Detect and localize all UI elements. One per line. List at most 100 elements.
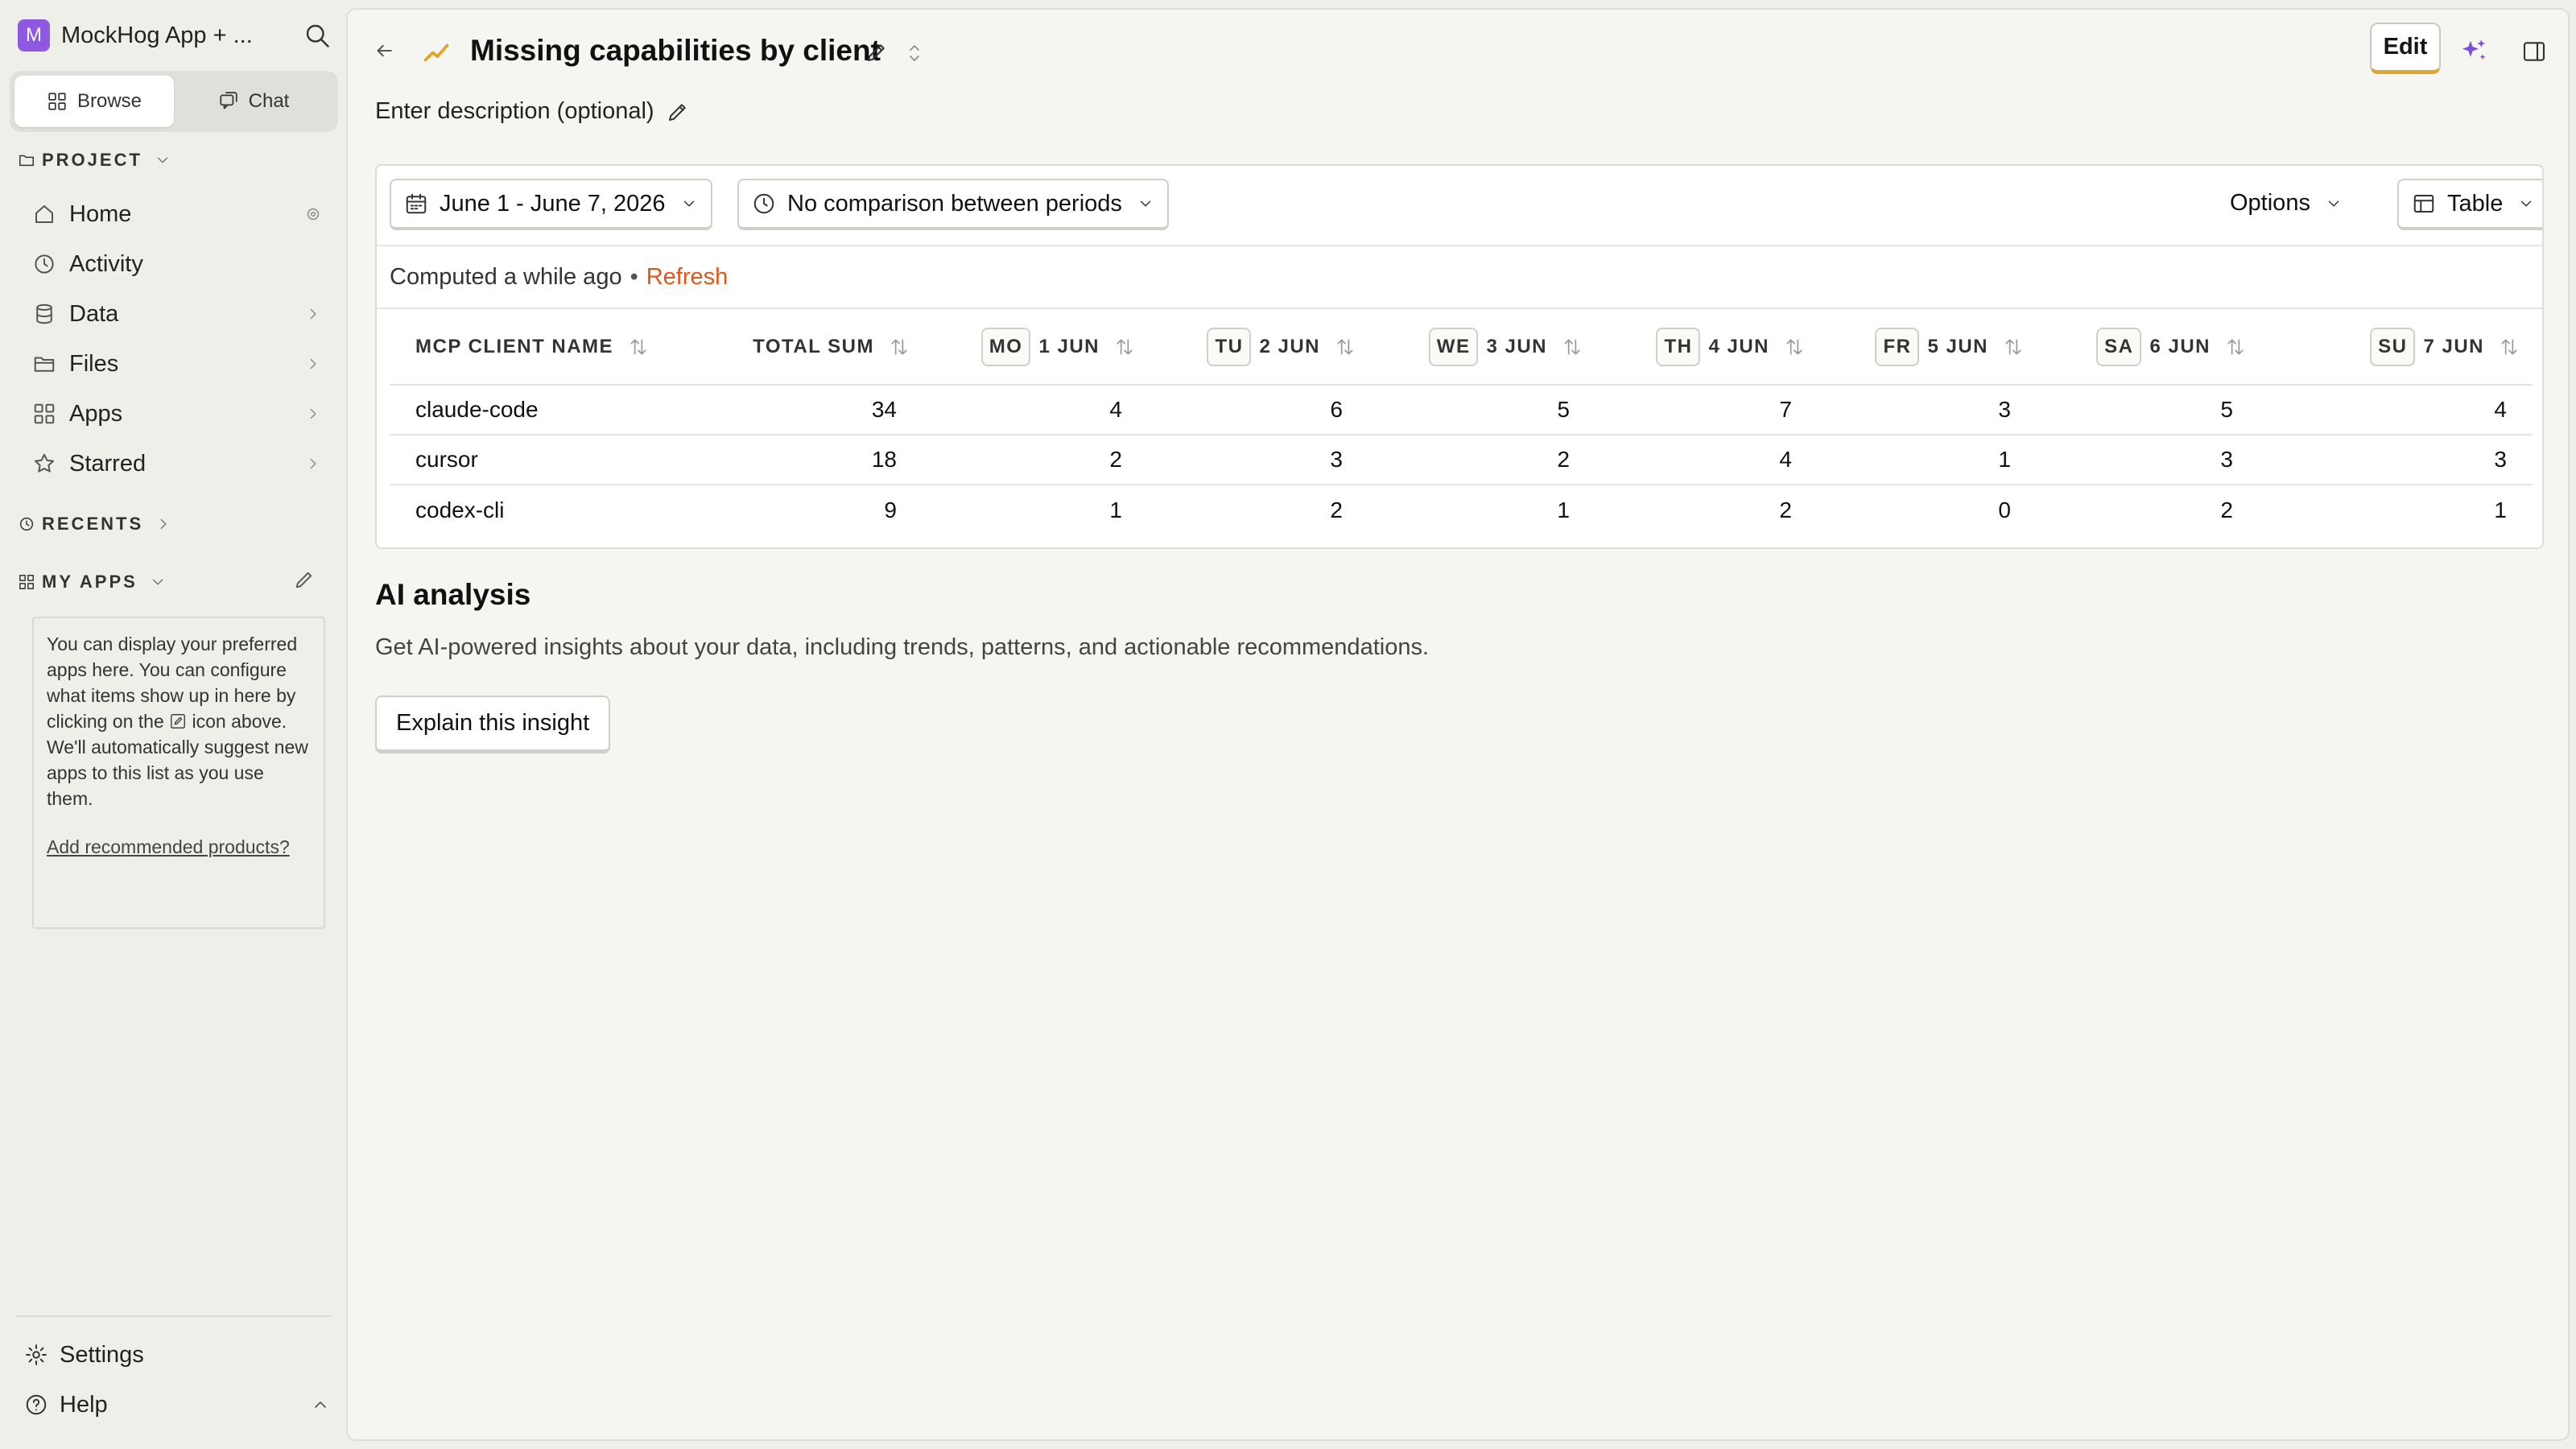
folder-icon bbox=[32, 352, 56, 376]
sort-icon[interactable] bbox=[2499, 336, 2520, 357]
table-row[interactable]: codex-cli 9 1 2 1 2 0 2 1 bbox=[390, 485, 2533, 535]
sort-icon[interactable] bbox=[1114, 336, 1135, 357]
refresh-link[interactable]: Refresh bbox=[646, 264, 729, 291]
settings-button[interactable]: Settings bbox=[24, 1335, 330, 1375]
day-of-week-badge: MO bbox=[980, 327, 1031, 366]
tab-browse-label: Browse bbox=[76, 90, 142, 112]
pencil-icon[interactable] bbox=[865, 40, 889, 64]
view-type-button[interactable]: Table bbox=[2397, 179, 2542, 230]
myapps-section-header[interactable]: MY APPS bbox=[18, 572, 167, 592]
pencil-icon[interactable] bbox=[666, 100, 690, 124]
edit-square-icon bbox=[169, 712, 187, 730]
sort-icon[interactable] bbox=[2003, 336, 2024, 357]
chat-icon bbox=[218, 91, 239, 112]
sidebar-item-label: Starred bbox=[69, 450, 147, 477]
sort-icon[interactable] bbox=[1784, 336, 1805, 357]
options-label: Options bbox=[2230, 190, 2310, 216]
apps-icon bbox=[32, 402, 56, 426]
results-table: MCP CLIENT NAME TOTAL SUM MO 1 JUN TU 2 JU… bbox=[390, 309, 2533, 535]
tab-browse[interactable]: Browse bbox=[14, 76, 174, 127]
settings-label: Settings bbox=[60, 1341, 144, 1368]
day-of-week-badge: TH bbox=[1656, 327, 1701, 366]
settings-gear-icon[interactable] bbox=[304, 205, 322, 223]
myapps-header-label: MY APPS bbox=[42, 572, 138, 592]
insight-card: June 1 - June 7, 2026 No comparison betw… bbox=[375, 164, 2544, 549]
column-header-label: TOTAL SUM bbox=[753, 335, 874, 357]
sidebar-item-activity[interactable]: Activity bbox=[32, 242, 322, 286]
sidebar-divider bbox=[16, 1315, 332, 1317]
home-icon bbox=[32, 202, 56, 226]
day-value-cell: 1 bbox=[1818, 435, 2037, 485]
ai-sparkle-icon[interactable] bbox=[2458, 35, 2491, 68]
column-header-client[interactable]: MCP CLIENT NAME bbox=[390, 309, 689, 386]
sort-icon[interactable] bbox=[1562, 336, 1583, 357]
day-value-cell: 3 bbox=[1148, 435, 1368, 485]
clock-icon bbox=[752, 192, 776, 216]
day-date-label: 5 JUN bbox=[1927, 335, 1988, 357]
column-header-day[interactable]: TU 2 JUN bbox=[1148, 309, 1368, 386]
day-value-cell: 4 bbox=[2259, 385, 2533, 436]
recents-section-header[interactable]: RECENTS bbox=[18, 514, 172, 535]
column-header-total[interactable]: TOTAL SUM bbox=[689, 309, 923, 386]
sort-icon[interactable] bbox=[1335, 336, 1356, 357]
comparison-button[interactable]: No comparison between periods bbox=[737, 179, 1169, 230]
date-range-label: June 1 - June 7, 2026 bbox=[440, 190, 666, 217]
sort-icon[interactable] bbox=[2225, 336, 2246, 357]
ai-analysis-heading: AI analysis bbox=[375, 578, 531, 611]
description-field[interactable]: Enter description (optional) bbox=[375, 98, 690, 125]
column-header-day[interactable]: SU 7 JUN bbox=[2259, 309, 2533, 386]
column-header-day[interactable]: FR 5 JUN bbox=[1818, 309, 2037, 386]
chevron-up-icon[interactable] bbox=[311, 1395, 330, 1414]
tab-chat-label: Chat bbox=[248, 90, 290, 112]
day-value-cell: 4 bbox=[923, 385, 1148, 436]
sort-icon[interactable] bbox=[628, 336, 649, 357]
sidebar-item-label: Files bbox=[69, 350, 119, 377]
workspace-switcher[interactable]: M MockHog App + ... bbox=[18, 16, 332, 55]
search-icon[interactable] bbox=[303, 21, 332, 50]
explain-insight-button[interactable]: Explain this insight bbox=[375, 696, 611, 753]
add-recommended-link[interactable]: Add recommended products? bbox=[47, 834, 311, 860]
column-header-day[interactable]: SA 6 JUN bbox=[2037, 309, 2259, 386]
help-label: Help bbox=[60, 1391, 108, 1418]
day-value-cell: 5 bbox=[1368, 385, 1596, 436]
column-header-day[interactable]: WE 3 JUN bbox=[1368, 309, 1596, 386]
help-circle-icon bbox=[24, 1393, 48, 1417]
recents-header-label: RECENTS bbox=[42, 514, 144, 534]
tab-chat[interactable]: Chat bbox=[174, 76, 333, 127]
sidebar-item-files[interactable]: Files bbox=[32, 342, 322, 386]
page-title: Missing capabilities by client bbox=[470, 34, 881, 67]
chevron-right-icon bbox=[304, 355, 322, 373]
sidebar-item-data[interactable]: Data bbox=[32, 292, 322, 336]
day-value-cell: 2 bbox=[1779, 497, 1792, 522]
help-button[interactable]: Help bbox=[24, 1385, 330, 1425]
back-arrow-icon[interactable] bbox=[372, 39, 396, 63]
column-header-day[interactable]: MO 1 JUN bbox=[923, 309, 1148, 386]
date-range-button[interactable]: June 1 - June 7, 2026 bbox=[390, 179, 712, 230]
sidebar-item-home[interactable]: Home bbox=[32, 192, 322, 236]
column-header-day[interactable]: TH 4 JUN bbox=[1596, 309, 1818, 386]
clock-small-icon bbox=[18, 515, 35, 533]
sidebar-item-label: Apps bbox=[69, 400, 123, 427]
side-panel-toggle-icon[interactable] bbox=[2521, 39, 2547, 64]
table-row[interactable]: claude-code 34 4 6 5 7 3 5 4 bbox=[390, 385, 2533, 436]
trend-line-icon bbox=[422, 37, 451, 66]
sort-icon[interactable] bbox=[889, 336, 910, 357]
project-header-label: PROJECT bbox=[42, 150, 142, 170]
view-type-label: Table bbox=[2447, 190, 2504, 217]
project-section-header[interactable]: PROJECT bbox=[18, 150, 171, 171]
computed-text: Computed a while ago bbox=[390, 263, 622, 290]
sidebar-item-apps[interactable]: Apps bbox=[32, 392, 322, 436]
sidebar-item-starred[interactable]: Starred bbox=[32, 442, 322, 485]
comparison-label: No comparison between periods bbox=[787, 190, 1122, 217]
day-date-label: 7 JUN bbox=[2423, 335, 2484, 357]
sidebar: M MockHog App + ... Browse Chat PROJECT bbox=[0, 0, 345, 1449]
expand-collapse-icon[interactable] bbox=[905, 42, 924, 64]
options-button[interactable]: Options bbox=[2230, 190, 2343, 217]
pencil-icon[interactable] bbox=[293, 568, 316, 591]
table-row[interactable]: cursor 18 2 3 2 4 1 3 3 bbox=[390, 435, 2533, 485]
day-of-week-badge: SA bbox=[2096, 327, 2142, 366]
edit-button[interactable]: Edit bbox=[2370, 23, 2441, 74]
day-value-cell: 5 bbox=[2037, 385, 2259, 436]
table-header-row: MCP CLIENT NAME TOTAL SUM MO 1 JUN TU 2 JU… bbox=[390, 309, 2533, 386]
computed-status: Computed a while ago • Refresh bbox=[377, 246, 2542, 309]
